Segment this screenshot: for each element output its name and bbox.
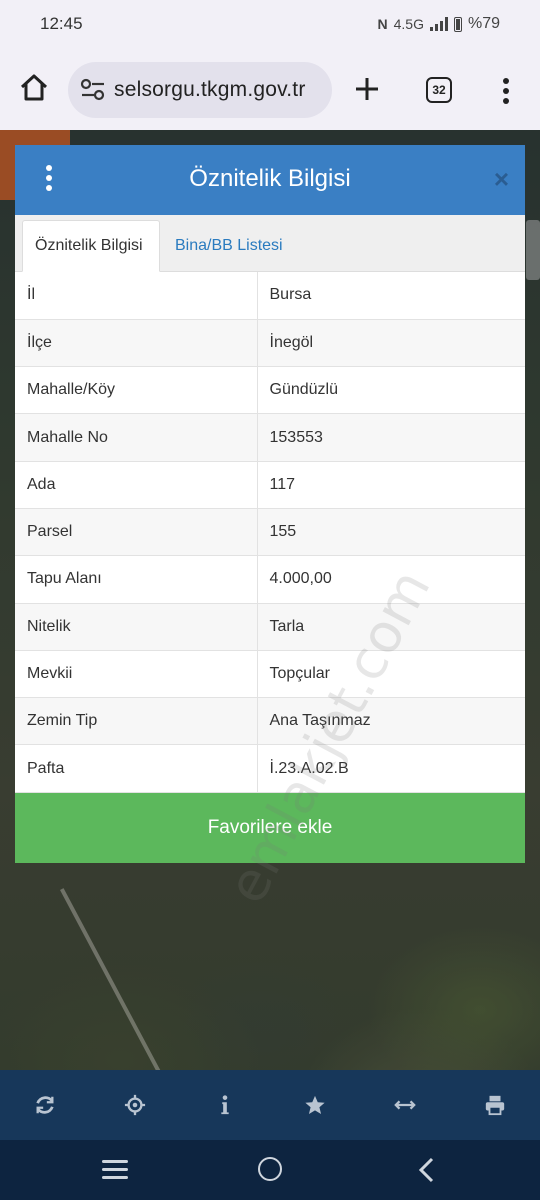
new-tab-icon[interactable] (352, 74, 382, 104)
status-time: 12:45 (40, 14, 83, 33)
measure-icon[interactable] (385, 1085, 425, 1125)
attribute-value: 4.000,00 (257, 555, 525, 604)
table-row: Ada 117 (15, 461, 525, 509)
close-icon[interactable]: × (494, 165, 509, 193)
table-row: İl Bursa (15, 272, 525, 320)
dialog-tabs: Öznitelik Bilgisi Bina/BB Listesi (15, 215, 525, 272)
attribute-key: Mevkii (15, 650, 258, 699)
home-icon[interactable] (18, 72, 50, 104)
attribute-value: Gündüzlü (257, 366, 525, 415)
attribute-dialog: Öznitelik Bilgisi × Öznitelik Bilgisi Bi… (15, 145, 525, 913)
battery-level: %79 (467, 15, 500, 32)
status-indicators: N 4.5G %79 (377, 15, 500, 33)
attribute-value: Bursa (257, 272, 525, 320)
attribute-key: Mahalle No (15, 413, 258, 462)
dialog-title: Öznitelik Bilgisi (189, 165, 351, 192)
attribute-key: Parsel (15, 508, 258, 557)
table-row: Mevkii Topçular (15, 650, 525, 699)
battery-icon (453, 16, 462, 32)
attribute-key: Pafta (15, 744, 258, 793)
table-row: Nitelik Tarla (15, 603, 525, 651)
attribute-key: Ada (15, 461, 258, 509)
table-row: Zemin Tip Ana Taşınmaz (15, 697, 525, 746)
url-text: selsorgu.tkgm.gov.tr (114, 78, 306, 101)
site-settings-icon[interactable] (80, 78, 106, 102)
attribute-key: Zemin Tip (15, 697, 258, 746)
print-icon[interactable] (475, 1085, 515, 1125)
add-favorite-button[interactable]: Favorilere ekle (15, 793, 525, 863)
dialog-header: Öznitelik Bilgisi × (15, 145, 525, 215)
attribute-value: Tarla (257, 603, 525, 651)
attribute-value: 155 (257, 508, 525, 557)
back-icon[interactable] (416, 1156, 436, 1184)
table-row: İlçe İnegöl (15, 319, 525, 368)
signal-icon (429, 17, 448, 31)
network-label: 4.5G (393, 16, 424, 32)
table-row: Tapu Alanı 4.000,00 (15, 555, 525, 604)
recent-apps-icon[interactable] (102, 1160, 128, 1180)
attribute-key: Tapu Alanı (15, 555, 258, 604)
more-options-icon[interactable] (496, 76, 516, 106)
system-navigation-bar (0, 1140, 540, 1200)
attribute-key: İlçe (15, 319, 258, 368)
locate-icon[interactable] (115, 1085, 155, 1125)
attribute-value: 117 (257, 461, 525, 509)
star-icon[interactable] (295, 1085, 335, 1125)
info-icon[interactable] (205, 1085, 245, 1125)
attribute-key: Nitelik (15, 603, 258, 651)
attribute-value: Ana Taşınmaz (257, 697, 525, 746)
status-bar: 12:45 N 4.5G %79 (0, 0, 540, 50)
attribute-value: Topçular (257, 650, 525, 699)
tab-attribute-info[interactable]: Öznitelik Bilgisi (22, 220, 160, 272)
attribute-value: İ.23.A.02.B (257, 744, 525, 793)
table-row: Pafta İ.23.A.02.B (15, 744, 525, 793)
map-toolbar (0, 1070, 540, 1140)
refresh-icon[interactable] (25, 1085, 65, 1125)
table-row: Mahalle No 153553 (15, 413, 525, 462)
attribute-key: Mahalle/Köy (15, 366, 258, 415)
table-row: Mahalle/Köy Gündüzlü (15, 366, 525, 415)
address-bar[interactable]: selsorgu.tkgm.gov.tr (68, 62, 332, 118)
nfc-icon: N (377, 16, 388, 32)
tab-switcher-button[interactable]: 32 (426, 77, 452, 103)
browser-toolbar: selsorgu.tkgm.gov.tr 32 (0, 50, 540, 130)
table-row: Parsel 155 (15, 508, 525, 557)
attribute-table: İl Bursa İlçe İnegöl Mahalle/Köy Gündüzlü Maha… (15, 272, 525, 793)
attribute-key: İl (15, 272, 258, 320)
attribute-value: 153553 (257, 413, 525, 462)
attribute-value: İnegöl (257, 319, 525, 368)
tab-building-list[interactable]: Bina/BB Listesi (163, 220, 295, 272)
home-nav-icon[interactable] (258, 1157, 282, 1181)
